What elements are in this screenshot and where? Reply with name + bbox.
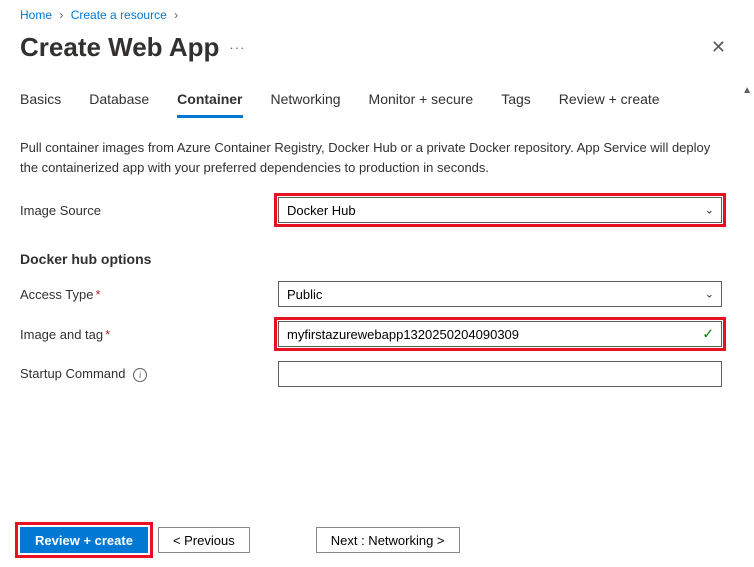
tab-description: Pull container images from Azure Contain… [20, 138, 720, 177]
row-access-type: Access Type* Public ⌄ [20, 281, 734, 307]
row-image-source: Image Source Docker Hub ⌄ [20, 197, 734, 223]
image-source-select[interactable]: Docker Hub [278, 197, 722, 223]
tabs: Basics Database Container Networking Mon… [20, 83, 734, 118]
breadcrumb-sep: › [59, 8, 63, 22]
access-type-select[interactable]: Public [278, 281, 722, 307]
footer-actions: Review + create < Previous Next : Networ… [0, 513, 754, 567]
breadcrumb: Home › Create a resource › [0, 0, 754, 26]
review-create-button[interactable]: Review + create [20, 527, 148, 553]
close-button[interactable]: ✕ [703, 33, 734, 62]
next-button[interactable]: Next : Networking > [316, 527, 460, 553]
info-icon[interactable]: i [133, 368, 147, 382]
previous-button[interactable]: < Previous [158, 527, 250, 553]
tab-tags[interactable]: Tags [501, 83, 531, 118]
row-image-tag: Image and tag* ✓ [20, 321, 734, 347]
main-content: ▲ Basics Database Container Networking M… [0, 83, 754, 513]
more-menu[interactable]: ··· [229, 40, 245, 55]
check-icon: ✓ [702, 326, 714, 343]
tab-networking[interactable]: Networking [271, 83, 341, 118]
page-title: Create Web App [20, 32, 219, 63]
tab-review[interactable]: Review + create [559, 83, 660, 118]
breadcrumb-create-resource[interactable]: Create a resource [71, 8, 167, 22]
tab-basics[interactable]: Basics [20, 83, 61, 118]
label-startup-cmd: Startup Command i [20, 366, 278, 382]
required-icon: * [105, 327, 110, 342]
tab-container[interactable]: Container [177, 83, 242, 118]
required-icon: * [95, 287, 100, 302]
breadcrumb-home[interactable]: Home [20, 8, 52, 22]
row-startup-cmd: Startup Command i [20, 361, 734, 387]
page-header: Create Web App ··· ✕ [0, 26, 754, 83]
breadcrumb-sep: › [174, 8, 178, 22]
image-tag-input[interactable] [278, 321, 722, 347]
docker-hub-heading: Docker hub options [20, 251, 734, 267]
label-image-source: Image Source [20, 203, 278, 218]
label-image-tag: Image and tag* [20, 327, 278, 342]
tab-monitor[interactable]: Monitor + secure [369, 83, 474, 118]
scrollbar-up-icon[interactable]: ▲ [742, 85, 752, 96]
label-access-type: Access Type* [20, 287, 278, 302]
tab-database[interactable]: Database [89, 83, 149, 118]
startup-cmd-input[interactable] [278, 361, 722, 387]
